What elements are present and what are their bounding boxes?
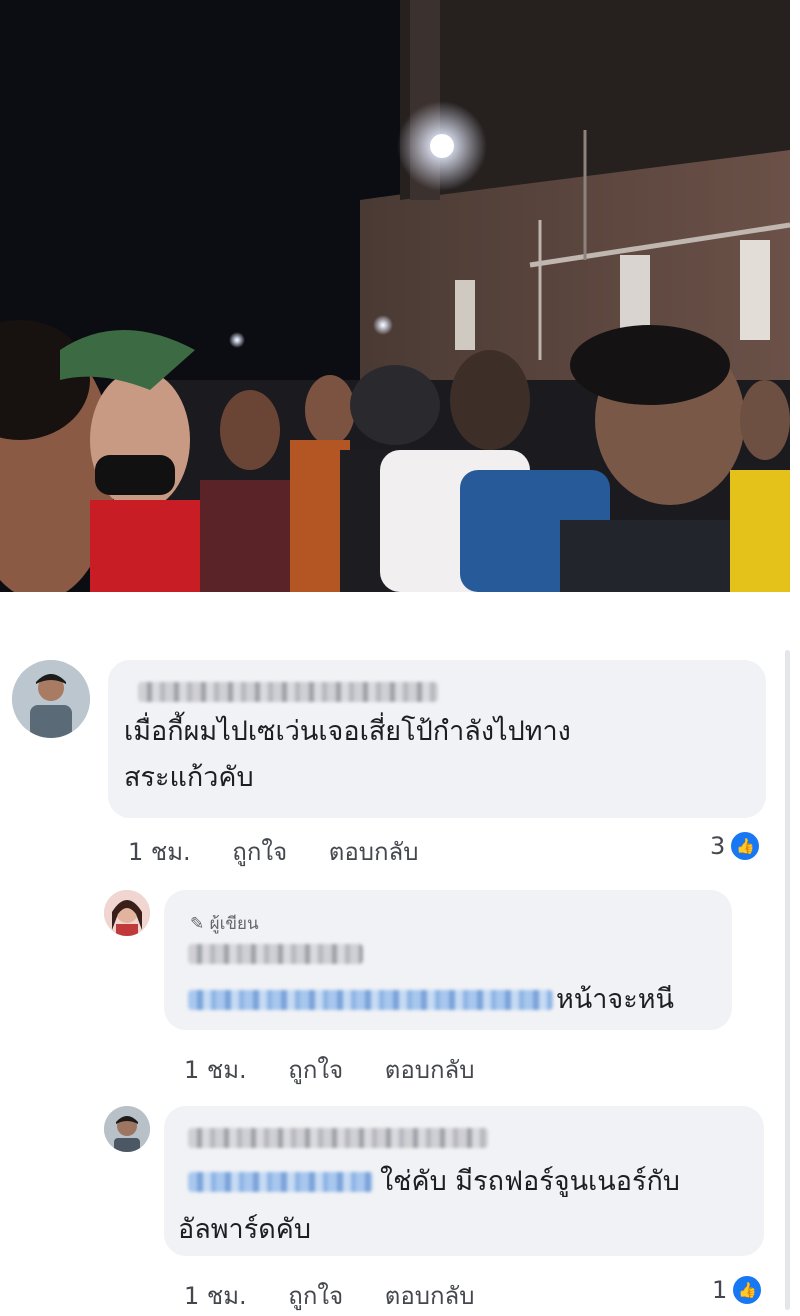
comment-bubble: เมื่อกี้ผมไปเซเว่นเจอเสี่ยโป้กำลังไปทาง … xyxy=(108,660,766,818)
comment-text-line2: สระแก้วคับ xyxy=(124,762,254,793)
blurred-author-name[interactable] xyxy=(188,944,363,964)
reaction-count: 3 xyxy=(710,832,726,860)
like-link[interactable]: ถูกใจ xyxy=(288,1050,343,1089)
crowd-night-scene xyxy=(0,0,790,592)
reply-text: หน้าจะหนี xyxy=(556,984,674,1015)
reply-bubble: ✎ ผู้เขียน หน้าจะหนี xyxy=(164,890,732,1030)
thumbs-up-icon: 👍 xyxy=(729,830,762,862)
comment-actions: 1 ชม. ถูกใจ ตอบกลับ xyxy=(128,832,452,871)
scrollbar[interactable] xyxy=(785,650,790,1310)
author-badge-label: ผู้เขียน xyxy=(209,914,259,934)
news-photo xyxy=(0,0,790,592)
pencil-icon: ✎ xyxy=(190,914,205,934)
thumbs-up-icon: 👍 xyxy=(731,1274,764,1306)
avatar-photo xyxy=(12,660,90,738)
reply-link[interactable]: ตอบกลับ xyxy=(385,1276,475,1315)
avatar[interactable] xyxy=(104,890,150,936)
reply-actions: 1 ชม. ถูกใจ ตอบกลับ xyxy=(184,1050,508,1089)
avatar[interactable] xyxy=(104,1106,150,1152)
blurred-mention-tag[interactable] xyxy=(188,990,553,1010)
reply-bubble: ใช่คับ มีรถฟอร์จูนเนอร์กับ อัลพาร์ดคับ xyxy=(164,1106,764,1256)
author-badge: ✎ ผู้เขียน xyxy=(190,910,259,937)
blurred-author-name[interactable] xyxy=(188,1128,488,1148)
reply-link[interactable]: ตอบกลับ xyxy=(329,832,419,871)
avatar-photo xyxy=(104,1106,150,1152)
reply-text-line1: ใช่คับ มีรถฟอร์จูนเนอร์กับ xyxy=(380,1166,680,1197)
reply-link[interactable]: ตอบกลับ xyxy=(385,1050,475,1089)
like-link[interactable]: ถูกใจ xyxy=(288,1276,343,1315)
reaction-summary[interactable]: 1 👍 xyxy=(712,1274,764,1306)
blurred-mention-tag[interactable] xyxy=(188,1172,373,1192)
reply-text-line2: อัลพาร์ดคับ xyxy=(178,1214,311,1245)
reaction-count: 1 xyxy=(712,1276,728,1304)
reply-time[interactable]: 1 ชม. xyxy=(184,1050,247,1089)
comment-time[interactable]: 1 ชม. xyxy=(128,832,191,871)
like-link[interactable]: ถูกใจ xyxy=(232,832,287,871)
reply-time[interactable]: 1 ชม. xyxy=(184,1276,247,1315)
blurred-author-name[interactable] xyxy=(138,682,438,702)
avatar-photo xyxy=(104,890,150,936)
reaction-summary[interactable]: 3 👍 xyxy=(710,830,762,862)
reply-actions: 1 ชม. ถูกใจ ตอบกลับ xyxy=(184,1276,508,1315)
comment-text-line1: เมื่อกี้ผมไปเซเว่นเจอเสี่ยโป้กำลังไปทาง xyxy=(124,716,571,747)
comment-thread: เมื่อกี้ผมไปเซเว่นเจอเสี่ยโป้กำลังไปทาง … xyxy=(0,600,800,1316)
avatar[interactable] xyxy=(12,660,90,738)
